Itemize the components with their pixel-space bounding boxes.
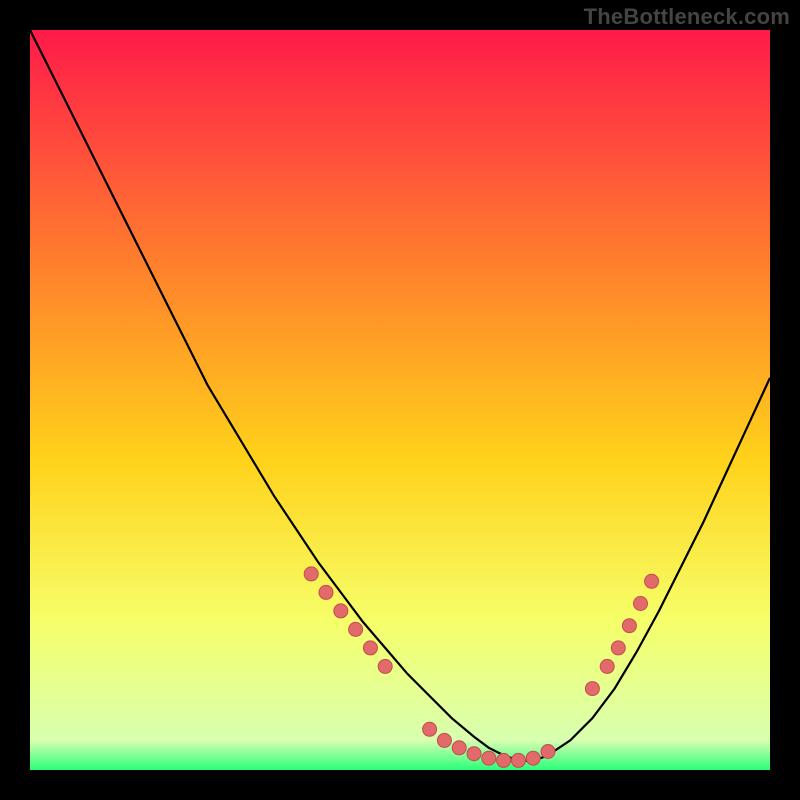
chart-svg [30, 30, 770, 770]
data-dot [304, 567, 318, 581]
data-dot [423, 722, 437, 736]
data-dot [497, 753, 511, 767]
data-dot [511, 753, 525, 767]
data-dot [611, 641, 625, 655]
data-dot [482, 751, 496, 765]
data-dot [334, 604, 348, 618]
data-dot [452, 741, 466, 755]
data-dot [622, 619, 636, 633]
data-dot [363, 641, 377, 655]
chart-frame: TheBottleneck.com [0, 0, 800, 800]
data-dot [378, 659, 392, 673]
data-dot [526, 751, 540, 765]
data-dot [600, 659, 614, 673]
watermark-text: TheBottleneck.com [584, 4, 790, 30]
data-dot [585, 682, 599, 696]
plot-area [30, 30, 770, 770]
data-dot [541, 745, 555, 759]
gradient-background [30, 30, 770, 770]
data-dot [437, 733, 451, 747]
data-dot [467, 747, 481, 761]
data-dot [319, 585, 333, 599]
data-dot [349, 622, 363, 636]
data-dot [634, 597, 648, 611]
data-dot [645, 574, 659, 588]
